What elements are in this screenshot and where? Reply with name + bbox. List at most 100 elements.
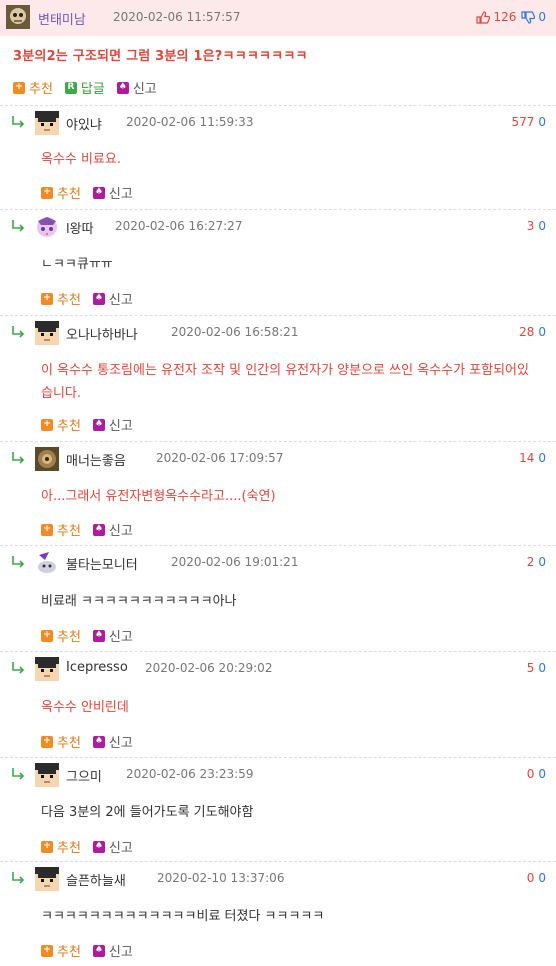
recommend-button[interactable]: + 추천 bbox=[41, 837, 81, 856]
recommend-button[interactable]: + 추천 bbox=[41, 289, 81, 308]
avatar[interactable] bbox=[35, 867, 59, 891]
report-button[interactable]: ♠ 신고 bbox=[92, 520, 133, 539]
report-label: 신고 bbox=[108, 736, 133, 751]
report-button[interactable]: ♠ 신고 bbox=[92, 415, 133, 434]
recommend-label: 추천 bbox=[57, 293, 81, 308]
comment-upvotes: 5 bbox=[526, 661, 535, 675]
comment-downvotes: 0 bbox=[538, 871, 546, 885]
report-button[interactable]: ♠ 신고 bbox=[92, 626, 133, 645]
comment-actions: + 추천 ♠ 신고 bbox=[41, 415, 133, 434]
avatar[interactable] bbox=[35, 657, 59, 681]
comment-text: 이 옥수수 통조림에는 유전자 조작 및 인간의 유전자가 양분으로 쓰인 옥수… bbox=[41, 363, 529, 401]
plus-icon: + bbox=[41, 840, 53, 853]
plus-icon: + bbox=[13, 81, 25, 94]
comment-text: 비료래 ㅋㅋㅋㅋㅋㅋㅋㅋㅋㅋㅋ아나 bbox=[41, 594, 237, 609]
comment-author[interactable]: l왕따 bbox=[66, 218, 94, 237]
thumbs-up-icon[interactable] bbox=[476, 10, 491, 24]
report-label: 신고 bbox=[108, 293, 133, 308]
comment-item: Icepresso 2020-02-06 20:29:02 50 옥수수 안비린… bbox=[0, 651, 556, 758]
avatar[interactable] bbox=[35, 215, 59, 239]
recommend-label: 추천 bbox=[57, 187, 81, 202]
comment-text: 옥수수 비료요. bbox=[41, 152, 122, 167]
comment-author[interactable]: 매너는좋음 bbox=[66, 450, 126, 469]
recommend-button[interactable]: + 추천 bbox=[13, 78, 53, 97]
post-actions: + 추천 R 답글 ♠ 신고 bbox=[13, 78, 157, 97]
comment-author[interactable]: Icepresso bbox=[66, 660, 128, 675]
comment-author[interactable]: 그으미 bbox=[66, 766, 102, 785]
thumbs-down-icon[interactable] bbox=[521, 10, 536, 24]
comment-votes: 14 0 bbox=[519, 451, 546, 465]
plus-icon: + bbox=[41, 418, 53, 431]
comment-item: 야있냐 2020-02-06 11:59:33 577 0 옥수수 비료요. + 추… bbox=[0, 105, 556, 210]
comment-upvotes: 14 bbox=[519, 451, 535, 465]
avatar[interactable] bbox=[35, 111, 59, 135]
avatar[interactable] bbox=[35, 551, 59, 575]
comment-downvotes: 0 bbox=[538, 219, 546, 233]
avatar[interactable] bbox=[35, 763, 59, 787]
comment-upvotes: 28 bbox=[519, 325, 535, 339]
report-button[interactable]: ♠ 신고 bbox=[92, 732, 133, 751]
recommend-button[interactable]: + 추천 bbox=[41, 415, 81, 434]
comment-author[interactable]: 오나나하바나 bbox=[66, 324, 138, 343]
bell-icon: ♠ bbox=[92, 186, 105, 199]
recommend-button[interactable]: + 추천 bbox=[41, 941, 81, 960]
reply-arrow-icon bbox=[12, 452, 25, 464]
report-label: 신고 bbox=[108, 841, 133, 856]
report-button[interactable]: ♠ 신고 bbox=[92, 183, 133, 202]
avatar[interactable] bbox=[35, 447, 59, 471]
bell-icon: ♠ bbox=[92, 523, 105, 536]
recommend-button[interactable]: + 추천 bbox=[41, 520, 81, 539]
comment-downvotes: 0 bbox=[538, 451, 546, 465]
post-author[interactable]: 변태미남 bbox=[38, 9, 86, 28]
report-button[interactable]: ♠ 신고 bbox=[92, 837, 133, 856]
comment-date: 2020-02-06 19:01:21 bbox=[171, 555, 299, 569]
reply-arrow-icon bbox=[12, 872, 25, 884]
bell-icon: ♠ bbox=[116, 81, 129, 94]
comment-text: ㅋㅋㅋㅋㅋㅋㅋㅋㅋㅋㅋㅋㅋ비료 터졌다 ㅋㅋㅋㅋㅋ bbox=[41, 909, 325, 924]
comment-votes: 00 bbox=[527, 871, 546, 885]
comment-actions: + 추천 ♠ 신고 bbox=[41, 732, 133, 751]
bell-icon: ♠ bbox=[92, 840, 105, 853]
comment-downvotes: 0 bbox=[538, 555, 546, 569]
comment-author[interactable]: 슬픈하늘새 bbox=[66, 870, 126, 889]
comment-votes: 50 bbox=[527, 661, 546, 675]
downvote-count: 0 bbox=[538, 10, 546, 24]
reply-arrow-icon bbox=[12, 326, 25, 338]
comment-author[interactable]: 야있냐 bbox=[66, 114, 102, 133]
reply-label: 답글 bbox=[80, 82, 105, 97]
reply-button[interactable]: R 답글 bbox=[64, 78, 105, 97]
bell-icon: ♠ bbox=[92, 944, 105, 957]
reply-arrow-icon bbox=[12, 556, 25, 568]
recommend-button[interactable]: + 추천 bbox=[41, 732, 81, 751]
comment-item: 오나나하바나 2020-02-06 16:58:21 28 0 이 옥수수 통조림… bbox=[0, 315, 556, 442]
comment-date: 2020-02-06 23:23:59 bbox=[126, 767, 254, 781]
recommend-button[interactable]: + 추천 bbox=[41, 183, 81, 202]
comment-upvotes: 577 bbox=[511, 115, 535, 129]
report-button[interactable]: ♠ 신고 bbox=[92, 941, 133, 960]
post-header: 변태미남 2020-02-06 11:57:57 126 0 bbox=[0, 0, 556, 36]
comment-item: 슬픈하늘새 2020-02-10 13:37:06 00 ㅋㅋㅋㅋㅋㅋㅋㅋㅋㅋㅋ… bbox=[0, 861, 556, 966]
comment-upvotes: 3 bbox=[526, 219, 535, 233]
comment-upvotes: 0 bbox=[526, 767, 535, 781]
plus-icon: + bbox=[41, 629, 53, 642]
comment-date: 2020-02-06 16:58:21 bbox=[171, 325, 299, 339]
avatar[interactable] bbox=[35, 321, 59, 345]
comment-date: 2020-02-10 13:37:06 bbox=[157, 871, 285, 885]
report-button[interactable]: ♠ 신고 bbox=[116, 78, 157, 97]
comment-votes: 30 bbox=[527, 219, 546, 233]
report-label: 신고 bbox=[108, 630, 133, 645]
comment-votes: 00 bbox=[527, 767, 546, 781]
comment-actions: + 추천 ♠ 신고 bbox=[41, 837, 133, 856]
report-button[interactable]: ♠ 신고 bbox=[92, 289, 133, 308]
bell-icon: ♠ bbox=[92, 418, 105, 431]
recommend-button[interactable]: + 추천 bbox=[41, 626, 81, 645]
upvote-count: 126 bbox=[493, 10, 517, 24]
comment-text: 다음 3분의 2에 들어가도록 기도해야함 bbox=[41, 805, 254, 820]
report-label: 신고 bbox=[132, 82, 157, 97]
comment-author[interactable]: 불타는모니터 bbox=[66, 554, 138, 573]
comment-text: ㄴㅋㅋ큐ㅠㅠ bbox=[41, 257, 113, 272]
post-votes: 126 0 bbox=[476, 10, 546, 24]
comment-date: 2020-02-06 17:09:57 bbox=[156, 451, 284, 465]
author-avatar[interactable] bbox=[6, 5, 30, 29]
report-label: 신고 bbox=[108, 945, 133, 960]
